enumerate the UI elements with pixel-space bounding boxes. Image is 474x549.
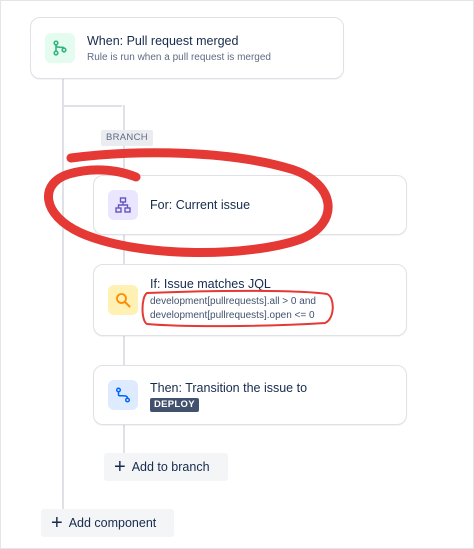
jql-line-2: development[pullrequests].open <= 0 [150,310,315,321]
plus-icon: + [114,456,126,478]
trigger-title: When: Pull request merged [87,34,239,48]
search-icon [116,293,131,308]
transition-icon [115,387,131,403]
add-component-button[interactable]: + Add component [41,509,174,537]
rule-editor-canvas: When: Pull request merged Rule is run wh… [0,0,474,549]
add-to-branch-label: Add to branch [131,460,210,474]
trigger-subtitle: Rule is run when a pull request is merge… [87,52,271,63]
hierarchy-icon [115,197,131,213]
action-icon-box [108,380,138,410]
add-component-label: Add component [68,516,157,530]
action-card[interactable]: Then: Transition the issue to DEPLOY [93,365,407,425]
main-connector-line [62,78,64,533]
plus-icon: + [51,512,63,534]
action-title: Then: Transition the issue to [150,381,308,395]
trigger-icon-box [45,33,75,63]
condition-title: If: Issue matches JQL [150,277,271,291]
trigger-card[interactable]: When: Pull request merged Rule is run wh… [30,17,344,79]
branch-icon-box [108,190,138,220]
git-merge-icon [53,40,67,56]
condition-card[interactable]: If: Issue matches JQL development[pullre… [93,264,407,336]
branch-tag: BRANCH [101,130,153,146]
branch-connector-top [62,105,122,107]
jql-line-1: development[pullrequests].all > 0 and [150,296,316,307]
branch-for-title: For: Current issue [150,198,251,212]
condition-icon-box [108,285,138,315]
branch-for-card[interactable]: For: Current issue [93,175,407,235]
add-to-branch-button[interactable]: + Add to branch [104,453,228,481]
status-badge: DEPLOY [150,398,199,412]
